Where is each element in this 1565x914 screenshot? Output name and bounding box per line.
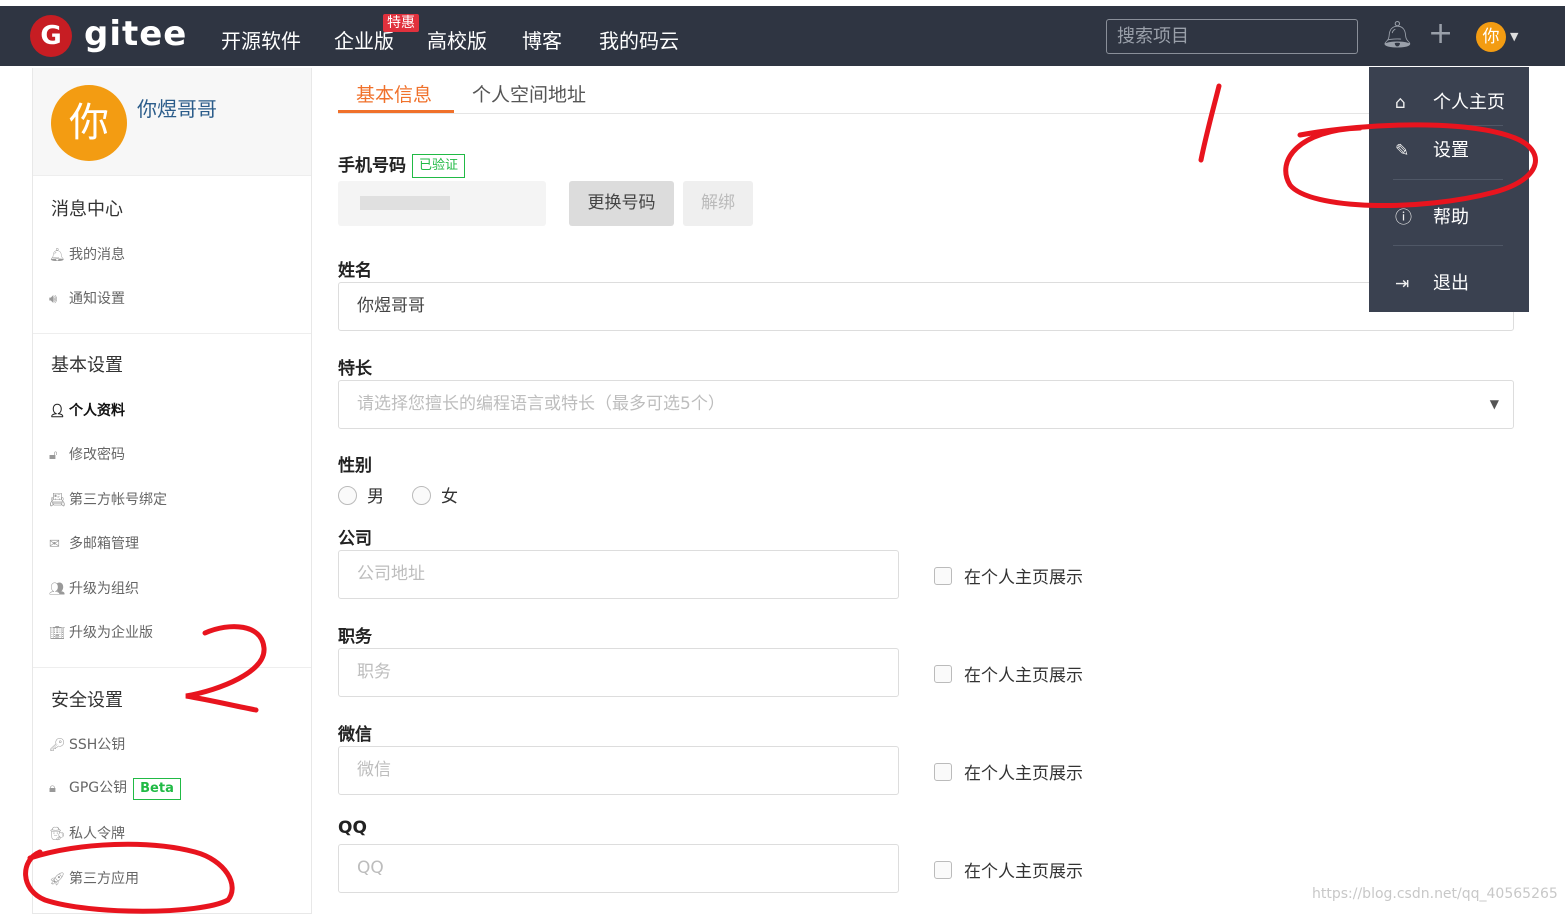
annotation-stroke-1 xyxy=(1198,83,1222,163)
menu-divider xyxy=(1393,245,1503,246)
qq-show-checkbox[interactable]: 在个人主页展示 xyxy=(934,857,1083,882)
unlock-icon: 🔓︎ xyxy=(49,448,58,463)
divider xyxy=(33,333,311,334)
search-input[interactable] xyxy=(1106,19,1358,54)
tab-basic-info[interactable]: 基本信息 xyxy=(356,80,432,107)
sidebar-item-emails[interactable]: ✉︎ 多邮箱管理 xyxy=(49,533,139,553)
name-label: 姓名 xyxy=(338,261,372,281)
active-tab-indicator xyxy=(338,110,454,113)
skills-label: 特长 xyxy=(338,359,372,379)
bell-icon[interactable]: 🔔︎ xyxy=(1381,20,1414,50)
checkbox[interactable] xyxy=(934,763,952,781)
plus-icon[interactable]: + xyxy=(1428,16,1453,51)
building-icon: 🏢︎ xyxy=(49,626,66,641)
sidebar-item-upgrade-org[interactable]: 👥︎ 升级为组织 xyxy=(49,578,139,598)
phone-number-display xyxy=(338,181,546,226)
user-avatar-button[interactable]: 你 xyxy=(1476,22,1506,52)
sidebar-item-gpg-keys[interactable]: 🔒︎ GPG公钥 Beta xyxy=(49,777,181,800)
section-title-security: 安全设置 xyxy=(51,690,123,711)
skills-select[interactable]: 请选择您擅长的编程语言或特长（最多可选5个） ▼ xyxy=(338,380,1514,429)
menu-divider xyxy=(1393,125,1503,126)
gender-radio-male[interactable]: 男 xyxy=(338,482,384,507)
nav-education[interactable]: 高校版 xyxy=(427,25,487,54)
position-input[interactable]: 职务 xyxy=(338,648,899,697)
company-label: 公司 xyxy=(338,529,372,549)
sidebar-item-password[interactable]: 🔓︎ 修改密码 xyxy=(49,444,125,464)
key-icon: 🔑︎ xyxy=(49,738,66,753)
menu-item-help[interactable]: ⓘ 帮助 xyxy=(1395,203,1469,229)
sidebar-item-third-party-bind[interactable]: 📇︎ 第三方帐号绑定 xyxy=(49,489,167,509)
position-show-checkbox[interactable]: 在个人主页展示 xyxy=(934,661,1083,686)
nav-blog[interactable]: 博客 xyxy=(522,25,562,54)
bell-icon: 🔔︎ xyxy=(49,248,66,263)
unbind-phone-button[interactable]: 解绑 xyxy=(683,181,753,226)
help-icon: ⓘ xyxy=(1395,208,1412,228)
checkbox[interactable] xyxy=(934,665,952,683)
qq-input[interactable]: QQ xyxy=(338,844,899,893)
change-phone-button[interactable]: 更换号码 xyxy=(569,181,674,226)
gender-label: 性别 xyxy=(338,456,372,476)
envelope-icon: ✉︎ xyxy=(49,537,60,552)
gitee-logo-icon[interactable]: G xyxy=(30,15,72,57)
group-icon: 👥︎ xyxy=(49,582,66,597)
settings-sidebar: 你 你煜哥哥 消息中心 🔔︎ 我的消息 🔊︎ 通知设置 基本设置 👤︎ 个人资料 🔓︎… xyxy=(32,68,312,914)
sidebar-item-upgrade-enterprise[interactable]: 🏢︎ 升级为企业版 xyxy=(49,622,153,642)
phone-label: 手机号码 已验证 xyxy=(338,151,466,178)
sidebar-item-third-party-apps[interactable]: 🚀︎ 第三方应用 xyxy=(49,868,139,888)
nav-open-source[interactable]: 开源软件 xyxy=(221,25,301,54)
watermark: https://blog.csdn.net/qq_40565265 xyxy=(1312,886,1558,902)
menu-item-logout[interactable]: ⇥ 退出 xyxy=(1395,269,1469,295)
verified-badge: 已验证 xyxy=(412,154,466,178)
gender-radio-female[interactable]: 女 xyxy=(412,482,458,507)
company-show-checkbox[interactable]: 在个人主页展示 xyxy=(934,563,1083,588)
username-link[interactable]: 你煜哥哥 xyxy=(137,93,217,122)
wechat-input[interactable]: 微信 xyxy=(338,746,899,795)
company-input[interactable]: 公司地址 xyxy=(338,550,899,599)
wechat-label: 微信 xyxy=(338,725,372,745)
sidebar-item-my-messages[interactable]: 🔔︎ 我的消息 xyxy=(49,244,125,264)
radio-circle[interactable] xyxy=(338,486,357,505)
logout-icon: ⇥ xyxy=(1395,274,1410,294)
tab-divider xyxy=(338,113,1514,114)
tab-space-address[interactable]: 个人空间地址 xyxy=(472,80,586,107)
position-label: 职务 xyxy=(338,627,372,647)
user-icon: 👤︎ xyxy=(49,404,66,419)
caret-down-icon[interactable]: ▼ xyxy=(1510,30,1518,43)
divider xyxy=(33,667,311,668)
nav-my-gitee[interactable]: 我的码云 xyxy=(599,25,679,54)
section-title-basic: 基本设置 xyxy=(51,355,123,376)
rocket-icon: 🚀︎ xyxy=(49,872,66,887)
sidebar-item-ssh-keys[interactable]: 🔑︎ SSH公钥 xyxy=(49,734,125,754)
menu-item-home[interactable]: ⌂ 个人主页 xyxy=(1395,88,1505,114)
contact-card-icon: 📇︎ xyxy=(49,493,66,508)
name-input[interactable]: 你煜哥哥 xyxy=(338,282,1514,331)
checkbox[interactable] xyxy=(934,861,952,879)
edit-icon: ✎ xyxy=(1395,141,1410,161)
checkbox[interactable] xyxy=(934,567,952,585)
menu-item-settings[interactable]: ✎ 设置 xyxy=(1395,136,1469,162)
masked-phone xyxy=(360,196,450,210)
speaker-icon: 🔊︎ xyxy=(49,292,58,307)
lock-icon: 🔒︎ xyxy=(49,781,56,796)
sidebar-item-private-token[interactable]: 🕵︎ 私人令牌 xyxy=(49,823,125,843)
hot-badge: 特惠 xyxy=(383,14,419,32)
profile-card: 你 你煜哥哥 xyxy=(33,68,311,176)
menu-divider xyxy=(1393,179,1503,180)
avatar[interactable]: 你 xyxy=(51,85,127,161)
section-title-messages: 消息中心 xyxy=(51,199,123,220)
home-icon: ⌂ xyxy=(1395,93,1406,113)
caret-down-icon: ▼ xyxy=(1489,397,1499,411)
radio-circle[interactable] xyxy=(412,486,431,505)
sidebar-item-profile[interactable]: 👤︎ 个人资料 xyxy=(49,400,125,420)
sidebar-item-notify-settings[interactable]: 🔊︎ 通知设置 xyxy=(49,288,125,308)
wechat-show-checkbox[interactable]: 在个人主页展示 xyxy=(934,759,1083,784)
spy-icon: 🕵︎ xyxy=(49,827,66,842)
top-navbar: G gitee 开源软件 企业版 特惠 高校版 博客 我的码云 🔔︎ + 你 ▼ xyxy=(0,6,1565,66)
qq-label: QQ xyxy=(338,818,367,838)
brand-name[interactable]: gitee xyxy=(84,14,187,54)
beta-badge: Beta xyxy=(133,778,181,800)
user-dropdown-menu: ⌂ 个人主页 ✎ 设置 ⓘ 帮助 ⇥ 退出 xyxy=(1369,67,1529,312)
